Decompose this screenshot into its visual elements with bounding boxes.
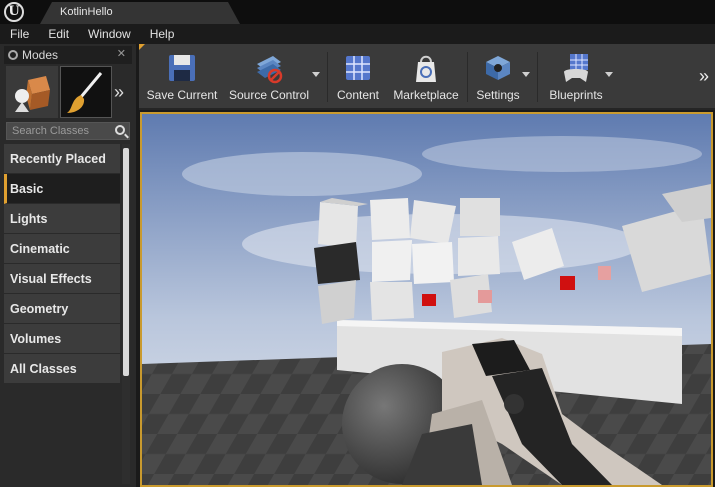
blueprints-button[interactable]: Blueprints bbox=[541, 48, 611, 106]
menu-edit[interactable]: Edit bbox=[48, 27, 69, 41]
category-list: Recently Placed Basic Lights Cinematic V… bbox=[4, 144, 120, 384]
toolbar-more-chevron-icon[interactable]: » bbox=[699, 66, 709, 87]
settings-dropdown-icon[interactable] bbox=[522, 72, 530, 77]
settings-icon bbox=[486, 56, 510, 80]
blueprints-icon bbox=[564, 54, 588, 82]
category-scrollbar[interactable] bbox=[123, 148, 129, 376]
marketplace-label: Marketplace bbox=[393, 88, 459, 102]
modes-panel-header: Modes ✕ bbox=[4, 46, 132, 64]
place-mode-button[interactable] bbox=[6, 66, 58, 118]
paint-mode-button[interactable] bbox=[60, 66, 112, 118]
menu-help[interactable]: Help bbox=[150, 27, 175, 41]
save-icon bbox=[169, 55, 195, 81]
save-current-label: Save Current bbox=[146, 88, 218, 102]
category-cinematic[interactable]: Cinematic bbox=[4, 234, 120, 264]
document-tab[interactable]: KotlinHello bbox=[40, 2, 240, 24]
category-recently-placed[interactable]: Recently Placed bbox=[4, 144, 120, 174]
settings-label: Settings bbox=[476, 88, 520, 102]
category-lights[interactable]: Lights bbox=[4, 204, 120, 234]
search-classes-input[interactable] bbox=[12, 124, 110, 138]
toolbar: Save Current Source Control Content Mark… bbox=[139, 44, 715, 110]
category-basic[interactable]: Basic bbox=[4, 174, 120, 204]
level-viewport[interactable] bbox=[140, 112, 713, 487]
toolbar-separator bbox=[327, 52, 328, 102]
search-icon[interactable] bbox=[115, 125, 125, 135]
more-modes-chevron-icon[interactable]: » bbox=[114, 82, 124, 103]
category-geometry[interactable]: Geometry bbox=[4, 294, 120, 324]
blueprints-label: Blueprints bbox=[549, 88, 603, 102]
modes-title: Modes bbox=[22, 48, 59, 62]
place-mode-icon bbox=[15, 76, 50, 112]
modes-panel: Modes ✕ » Recently Placed Basic Lights C… bbox=[0, 44, 136, 487]
document-tab-label: KotlinHello bbox=[60, 6, 113, 18]
settings-button[interactable]: Settings bbox=[471, 48, 525, 106]
modes-icon bbox=[8, 50, 18, 60]
unreal-logo-icon: U bbox=[4, 2, 24, 22]
source-control-button[interactable]: Source Control bbox=[225, 48, 313, 106]
toolbar-separator bbox=[537, 52, 538, 102]
blueprints-dropdown-icon[interactable] bbox=[605, 72, 613, 77]
menu-window[interactable]: Window bbox=[88, 27, 131, 41]
paintbrush-icon bbox=[67, 72, 103, 113]
category-visual-effects[interactable]: Visual Effects bbox=[4, 264, 120, 294]
marketplace-button[interactable]: Marketplace bbox=[389, 48, 463, 106]
marketplace-icon bbox=[416, 55, 436, 82]
toolbar-separator bbox=[467, 52, 468, 102]
source-control-label: Source Control bbox=[228, 88, 310, 102]
source-control-icon bbox=[257, 56, 283, 84]
menu-file[interactable]: File bbox=[10, 27, 29, 41]
category-all-classes[interactable]: All Classes bbox=[4, 354, 120, 384]
content-label: Content bbox=[336, 88, 380, 102]
content-icon bbox=[346, 56, 370, 80]
save-current-button[interactable]: Save Current bbox=[143, 48, 221, 106]
viewport-scene bbox=[142, 114, 711, 485]
title-bar: U KotlinHello bbox=[0, 0, 715, 24]
category-volumes[interactable]: Volumes bbox=[4, 324, 120, 354]
close-icon[interactable]: ✕ bbox=[117, 47, 126, 60]
search-classes-field[interactable] bbox=[6, 122, 130, 140]
menu-bar: File Edit Window Help bbox=[0, 24, 715, 44]
content-button[interactable]: Content bbox=[331, 48, 385, 106]
source-control-dropdown-icon[interactable] bbox=[312, 72, 320, 77]
